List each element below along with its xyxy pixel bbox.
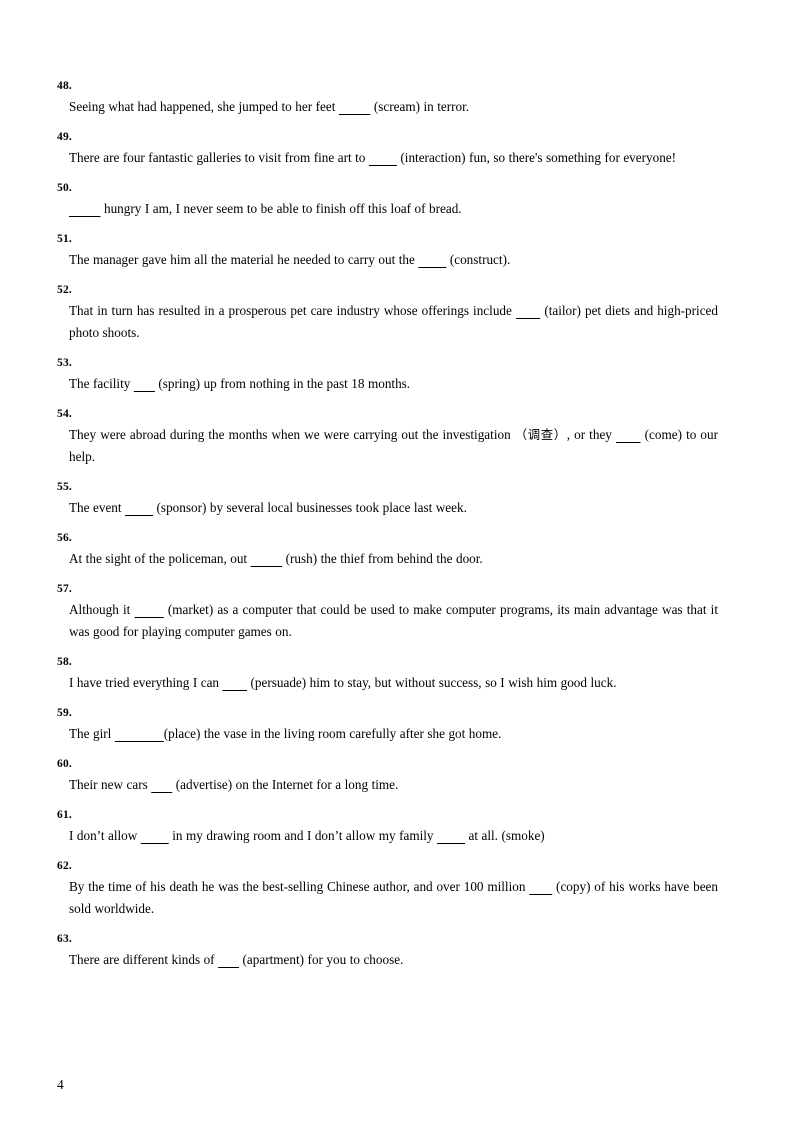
item-text: They were abroad during the months when … xyxy=(57,424,718,468)
answer-blank[interactable] xyxy=(134,602,163,617)
text-run: (rush) the thief from behind the door. xyxy=(282,551,483,566)
text-run: Although it xyxy=(69,602,135,617)
exercise-item: 48. Seeing what had happened, she jumped … xyxy=(57,78,718,118)
answer-blank[interactable] xyxy=(529,879,552,894)
text-run: (interaction) fun, so there's something … xyxy=(396,150,677,165)
text-run: The facility xyxy=(69,376,134,391)
text-run: (sponsor) by several local businesses to… xyxy=(153,500,467,515)
exercise-item: 57. Although it (market) as a computer th… xyxy=(57,581,718,643)
text-run: (apartment) for you to choose. xyxy=(239,952,404,967)
answer-blank[interactable] xyxy=(369,150,397,165)
exercise-item: 62. By the time of his death he was the b… xyxy=(57,858,718,920)
text-run: There are different kinds of xyxy=(69,952,219,967)
item-number: 54. xyxy=(57,408,72,420)
text-run: (advertise) on the Internet for a long t… xyxy=(172,777,399,792)
text-run: The event xyxy=(69,500,126,515)
text-run: There are four fantastic galleries to vi… xyxy=(69,150,369,165)
item-number: 56. xyxy=(57,532,72,544)
text-run: in my drawing room and I don’t allow my … xyxy=(168,828,437,843)
answer-blank[interactable] xyxy=(69,201,100,216)
item-text: There are four fantastic galleries to vi… xyxy=(57,147,718,169)
exercise-item: 60. Their new cars (advertise) on the Int… xyxy=(57,756,718,796)
item-text: Seeing what had happened, she jumped to … xyxy=(57,96,718,118)
answer-blank[interactable] xyxy=(339,99,370,114)
answer-blank[interactable] xyxy=(151,777,172,792)
text-run: (place) the vase in the living room care… xyxy=(163,726,502,741)
answer-blank[interactable] xyxy=(516,303,540,318)
item-text: The event (sponsor) by several local bus… xyxy=(57,497,718,519)
item-text: hungry I am, I never seem to be able to … xyxy=(57,198,718,220)
text-run: (construct). xyxy=(446,252,511,267)
text-run: hungry I am, I never seem to be able to … xyxy=(100,201,462,216)
item-text: Although it (market) as a computer that … xyxy=(57,599,718,643)
text-run: At the sight of the policeman, out xyxy=(69,551,251,566)
answer-blank[interactable] xyxy=(437,828,465,843)
item-number: 52. xyxy=(57,284,72,296)
text-run: at all. (smoke) xyxy=(464,828,545,843)
item-number: 63. xyxy=(57,933,72,945)
exercise-item: 53. The facility (spring) up from nothing… xyxy=(57,355,718,395)
text-run: The girl xyxy=(69,726,115,741)
exercise-item: 55. The event (sponsor) by several local … xyxy=(57,479,718,519)
exercise-item: 61. I don’t allow in my drawing room and … xyxy=(57,807,718,847)
item-number: 60. xyxy=(57,758,72,770)
answer-blank[interactable] xyxy=(134,376,155,391)
exercise-item: 50. hungry I am, I never seem to be able… xyxy=(57,180,718,220)
exercise-item: 58. I have tried everything I can (persua… xyxy=(57,654,718,694)
answer-blank[interactable] xyxy=(218,952,239,967)
text-run: I have tried everything I can xyxy=(69,675,223,690)
answer-blank[interactable] xyxy=(125,500,153,515)
item-number: 61. xyxy=(57,809,72,821)
item-text: At the sight of the policeman, out (rush… xyxy=(57,548,718,570)
item-number: 58. xyxy=(57,656,72,668)
text-run: I don’t allow xyxy=(69,828,141,843)
answer-blank[interactable] xyxy=(418,252,446,267)
item-number: 53. xyxy=(57,357,72,369)
item-number: 51. xyxy=(57,233,72,245)
exercise-item: 49. There are four fantastic galleries to… xyxy=(57,129,718,169)
text-run: Their new cars xyxy=(69,777,152,792)
item-text: The manager gave him all the material he… xyxy=(57,249,718,271)
answer-blank[interactable] xyxy=(616,427,641,442)
item-number: 57. xyxy=(57,583,72,595)
item-number: 48. xyxy=(57,80,72,92)
answer-blank[interactable] xyxy=(141,828,169,843)
exercise-item: 51. The manager gave him all the material… xyxy=(57,231,718,271)
exercise-item: 63. There are different kinds of (apartme… xyxy=(57,931,718,971)
text-run: They were abroad during the months when … xyxy=(69,427,515,442)
text-run: (market) as a computer that could be use… xyxy=(69,602,718,639)
text-run: (persuade) him to stay, but without succ… xyxy=(247,675,617,690)
item-number: 55. xyxy=(57,481,72,493)
page-number: 4 xyxy=(57,1077,64,1092)
item-text: There are different kinds of (apartment)… xyxy=(57,949,718,971)
exercise-item: 59. The girl (place) the vase in the livi… xyxy=(57,705,718,745)
exercise-item: 56. At the sight of the policeman, out (r… xyxy=(57,530,718,570)
text-run: Seeing what had happened, she jumped to … xyxy=(69,99,339,114)
item-text: By the time of his death he was the best… xyxy=(57,876,718,920)
item-text: I have tried everything I can (persuade)… xyxy=(57,672,718,694)
text-run: By the time of his death he was the best… xyxy=(69,879,530,894)
item-number: 50. xyxy=(57,182,72,194)
text-run: That in turn has resulted in a prosperou… xyxy=(69,303,516,318)
item-text: That in turn has resulted in a prosperou… xyxy=(57,300,718,344)
text-run: The manager gave him all the material he… xyxy=(69,252,419,267)
item-number: 59. xyxy=(57,707,72,719)
item-text: The facility (spring) up from nothing in… xyxy=(57,373,718,395)
chinese-gloss: （调查） xyxy=(514,427,567,442)
answer-blank[interactable] xyxy=(251,551,282,566)
answer-blank[interactable] xyxy=(115,726,164,741)
text-run: (spring) up from nothing in the past 18 … xyxy=(154,376,411,391)
exercise-item: 54. They were abroad during the months wh… xyxy=(57,406,718,468)
text-run: , or they xyxy=(566,427,616,442)
item-text: Their new cars (advertise) on the Intern… xyxy=(57,774,718,796)
answer-blank[interactable] xyxy=(223,675,247,690)
item-number: 62. xyxy=(57,860,72,872)
text-run: (scream) in terror. xyxy=(370,99,470,114)
exercise-item: 52. That in turn has resulted in a prospe… xyxy=(57,282,718,344)
item-number: 49. xyxy=(57,131,72,143)
item-text: I don’t allow in my drawing room and I d… xyxy=(57,825,718,847)
item-text: The girl (place) the vase in the living … xyxy=(57,723,718,745)
worksheet-body: 48. Seeing what had happened, she jumped … xyxy=(57,78,718,982)
